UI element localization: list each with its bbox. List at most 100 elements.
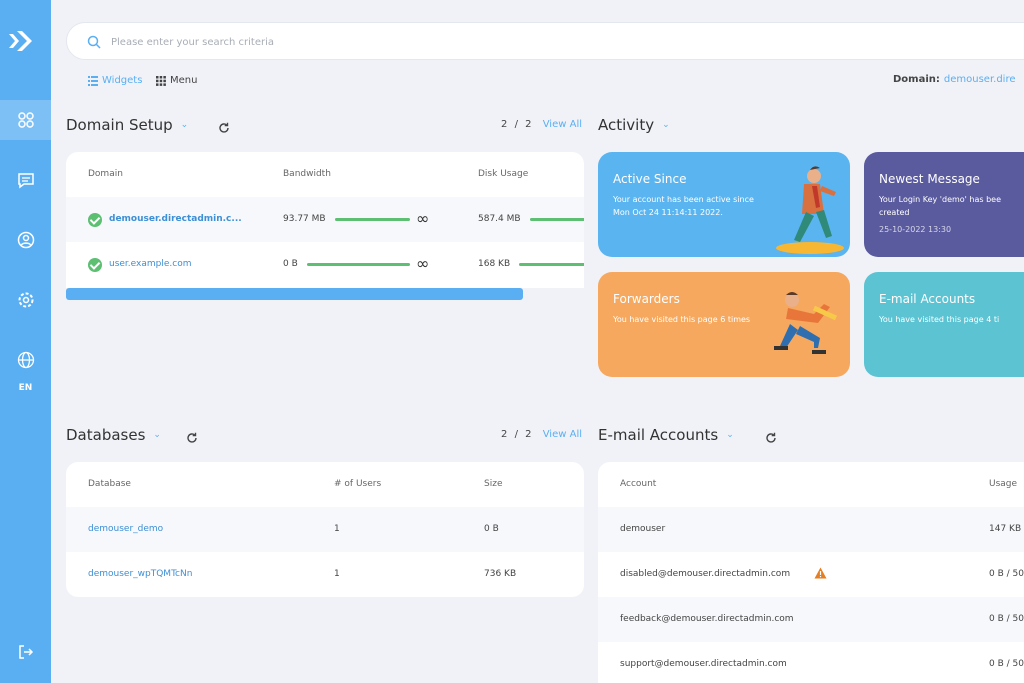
bandwidth-progress bbox=[335, 218, 410, 221]
column-header-disk-usage[interactable]: Disk Usage bbox=[478, 169, 528, 179]
table-row: disabled@demouser.directadmin.com 0 B / … bbox=[598, 552, 1024, 597]
domain-selector-label: Domain: bbox=[893, 74, 940, 85]
email-account[interactable]: support@demouser.directadmin.com bbox=[620, 659, 787, 669]
tile-text: You have visited this page 4 ti bbox=[879, 315, 1000, 324]
tile-email-accounts[interactable]: E-mail Accounts You have visited this pa… bbox=[864, 272, 1024, 377]
database-link[interactable]: demouser_wpTQMTcNn bbox=[88, 569, 192, 579]
tile-text: Your account has been active since Mon Oc… bbox=[613, 193, 754, 219]
message-icon bbox=[17, 173, 34, 189]
user-icon bbox=[17, 231, 34, 249]
sidebar-item-messages[interactable] bbox=[0, 160, 51, 200]
column-header-domain[interactable]: Domain bbox=[88, 169, 123, 179]
chevron-down-icon: ⌄ bbox=[726, 430, 734, 440]
tile-title: Forwarders bbox=[613, 292, 680, 306]
databases-table: Database # of Users Size demouser_demo 1… bbox=[66, 462, 584, 597]
sidebar-item-settings[interactable] bbox=[0, 280, 51, 320]
domain-setup-table: Domain Bandwidth Disk Usage demouser.dir… bbox=[66, 152, 584, 288]
pager-total: 2 bbox=[525, 119, 532, 130]
column-header-account[interactable]: Account bbox=[620, 479, 656, 489]
tab-widgets[interactable]: Widgets bbox=[88, 75, 142, 86]
column-header-bandwidth[interactable]: Bandwidth bbox=[283, 169, 331, 179]
tile-text: Your Login Key 'demo' has bee created bbox=[879, 193, 1001, 219]
refresh-icon[interactable] bbox=[765, 429, 777, 448]
domain-link[interactable]: user.example.com bbox=[109, 259, 192, 269]
tile-active-since[interactable]: Active Since Your account has been activ… bbox=[598, 152, 850, 257]
tile-text: You have visited this page 6 times bbox=[613, 315, 751, 324]
tile-title: Active Since bbox=[613, 172, 687, 186]
column-header-size[interactable]: Size bbox=[484, 479, 502, 489]
table-header: Account Usage bbox=[598, 462, 1024, 507]
view-all-link[interactable]: View All bbox=[543, 429, 582, 440]
email-account[interactable]: feedback@demouser.directadmin.com bbox=[620, 614, 794, 624]
tile-text-line2: Mon Oct 24 11:14:11 2022. bbox=[613, 208, 723, 217]
email-usage: 147 KB bbox=[989, 524, 1022, 534]
tile-forwarders[interactable]: Forwarders You have visited this page 6 … bbox=[598, 272, 850, 377]
domain-selector[interactable]: Domain: demouser.dire bbox=[893, 74, 1016, 85]
warning-icon bbox=[814, 567, 827, 582]
databases-title[interactable]: Databases ⌄ bbox=[66, 426, 161, 444]
database-link[interactable]: demouser_demo bbox=[88, 524, 163, 534]
bandwidth-value: 0 B bbox=[283, 259, 298, 269]
sidebar-item-logout[interactable] bbox=[0, 632, 51, 672]
column-header-users[interactable]: # of Users bbox=[334, 479, 381, 489]
sidebar: EN bbox=[0, 0, 51, 683]
search-bar[interactable] bbox=[66, 22, 1024, 60]
database-size: 736 KB bbox=[484, 569, 517, 579]
walking-person-illustration bbox=[776, 166, 844, 254]
tile-text-line1: Your account has been active since bbox=[613, 195, 754, 204]
domain-setup-pager: 2 / 2 View All bbox=[501, 119, 582, 130]
table-row: demouser_wpTQMTcNn 1 736 KB bbox=[66, 552, 584, 597]
email-accounts-title[interactable]: E-mail Accounts ⌄ bbox=[598, 426, 734, 444]
search-icon bbox=[87, 34, 101, 53]
email-account[interactable]: demouser bbox=[620, 524, 665, 534]
sidebar-item-dashboard[interactable] bbox=[0, 100, 51, 140]
language-code[interactable]: EN bbox=[0, 383, 51, 393]
email-account[interactable]: disabled@demouser.directadmin.com bbox=[620, 569, 790, 579]
tab-menu[interactable]: Menu bbox=[156, 75, 197, 86]
tile-title: Newest Message bbox=[879, 172, 980, 186]
refresh-icon[interactable] bbox=[186, 429, 198, 448]
table-row: demouser_demo 1 0 B bbox=[66, 507, 584, 552]
gear-icon bbox=[18, 292, 33, 308]
email-usage: 0 B / 50 bbox=[989, 659, 1024, 669]
search-input[interactable] bbox=[111, 32, 811, 52]
domain-link[interactable]: demouser.directadmin.c... bbox=[109, 214, 242, 224]
pager-sep: / bbox=[514, 429, 518, 440]
refresh-icon[interactable] bbox=[218, 119, 230, 138]
check-circle-icon bbox=[88, 213, 102, 227]
email-usage: 0 B / 50 bbox=[989, 569, 1024, 579]
logo-icon[interactable] bbox=[6, 26, 34, 56]
bandwidth-progress bbox=[307, 263, 410, 266]
pager-current: 2 bbox=[501, 119, 508, 130]
databases-title-text: Databases bbox=[66, 426, 146, 444]
sidebar-item-account[interactable] bbox=[0, 220, 51, 260]
chevron-down-icon: ⌄ bbox=[180, 120, 189, 130]
tile-text-line2: created bbox=[879, 208, 910, 217]
email-accounts-title-text: E-mail Accounts bbox=[598, 426, 719, 444]
list-icon bbox=[88, 75, 98, 86]
column-header-database[interactable]: Database bbox=[88, 479, 131, 489]
sidebar-item-language[interactable] bbox=[0, 340, 51, 380]
logout-icon bbox=[18, 645, 33, 659]
chevron-down-icon: ⌄ bbox=[662, 120, 670, 130]
table-row: demouser.directadmin.c... 93.77 MB ∞ 587… bbox=[66, 197, 584, 242]
running-person-illustration bbox=[774, 292, 838, 354]
column-header-usage[interactable]: Usage bbox=[989, 479, 1017, 489]
tab-widgets-label: Widgets bbox=[102, 75, 143, 86]
bandwidth-value: 93.77 MB bbox=[283, 214, 326, 224]
tile-newest-message[interactable]: Newest Message Your Login Key 'demo' has… bbox=[864, 152, 1024, 257]
table-row: demouser 147 KB bbox=[598, 507, 1024, 552]
table-header: Database # of Users Size bbox=[66, 462, 584, 507]
chevron-down-icon: ⌄ bbox=[153, 430, 161, 440]
horizontal-scrollbar[interactable] bbox=[66, 288, 523, 300]
activity-title-text: Activity bbox=[598, 116, 655, 134]
domain-setup-title[interactable]: Domain Setup ⌄ bbox=[66, 116, 188, 134]
disk-usage-progress bbox=[519, 263, 584, 266]
disk-usage-value: 587.4 MB bbox=[478, 214, 521, 224]
view-all-link[interactable]: View All bbox=[543, 119, 582, 130]
users-count: 1 bbox=[334, 569, 340, 579]
tile-title: E-mail Accounts bbox=[879, 292, 976, 306]
check-circle-icon bbox=[88, 258, 102, 272]
activity-title[interactable]: Activity ⌄ bbox=[598, 116, 670, 134]
domain-setup-title-text: Domain Setup bbox=[66, 116, 173, 134]
